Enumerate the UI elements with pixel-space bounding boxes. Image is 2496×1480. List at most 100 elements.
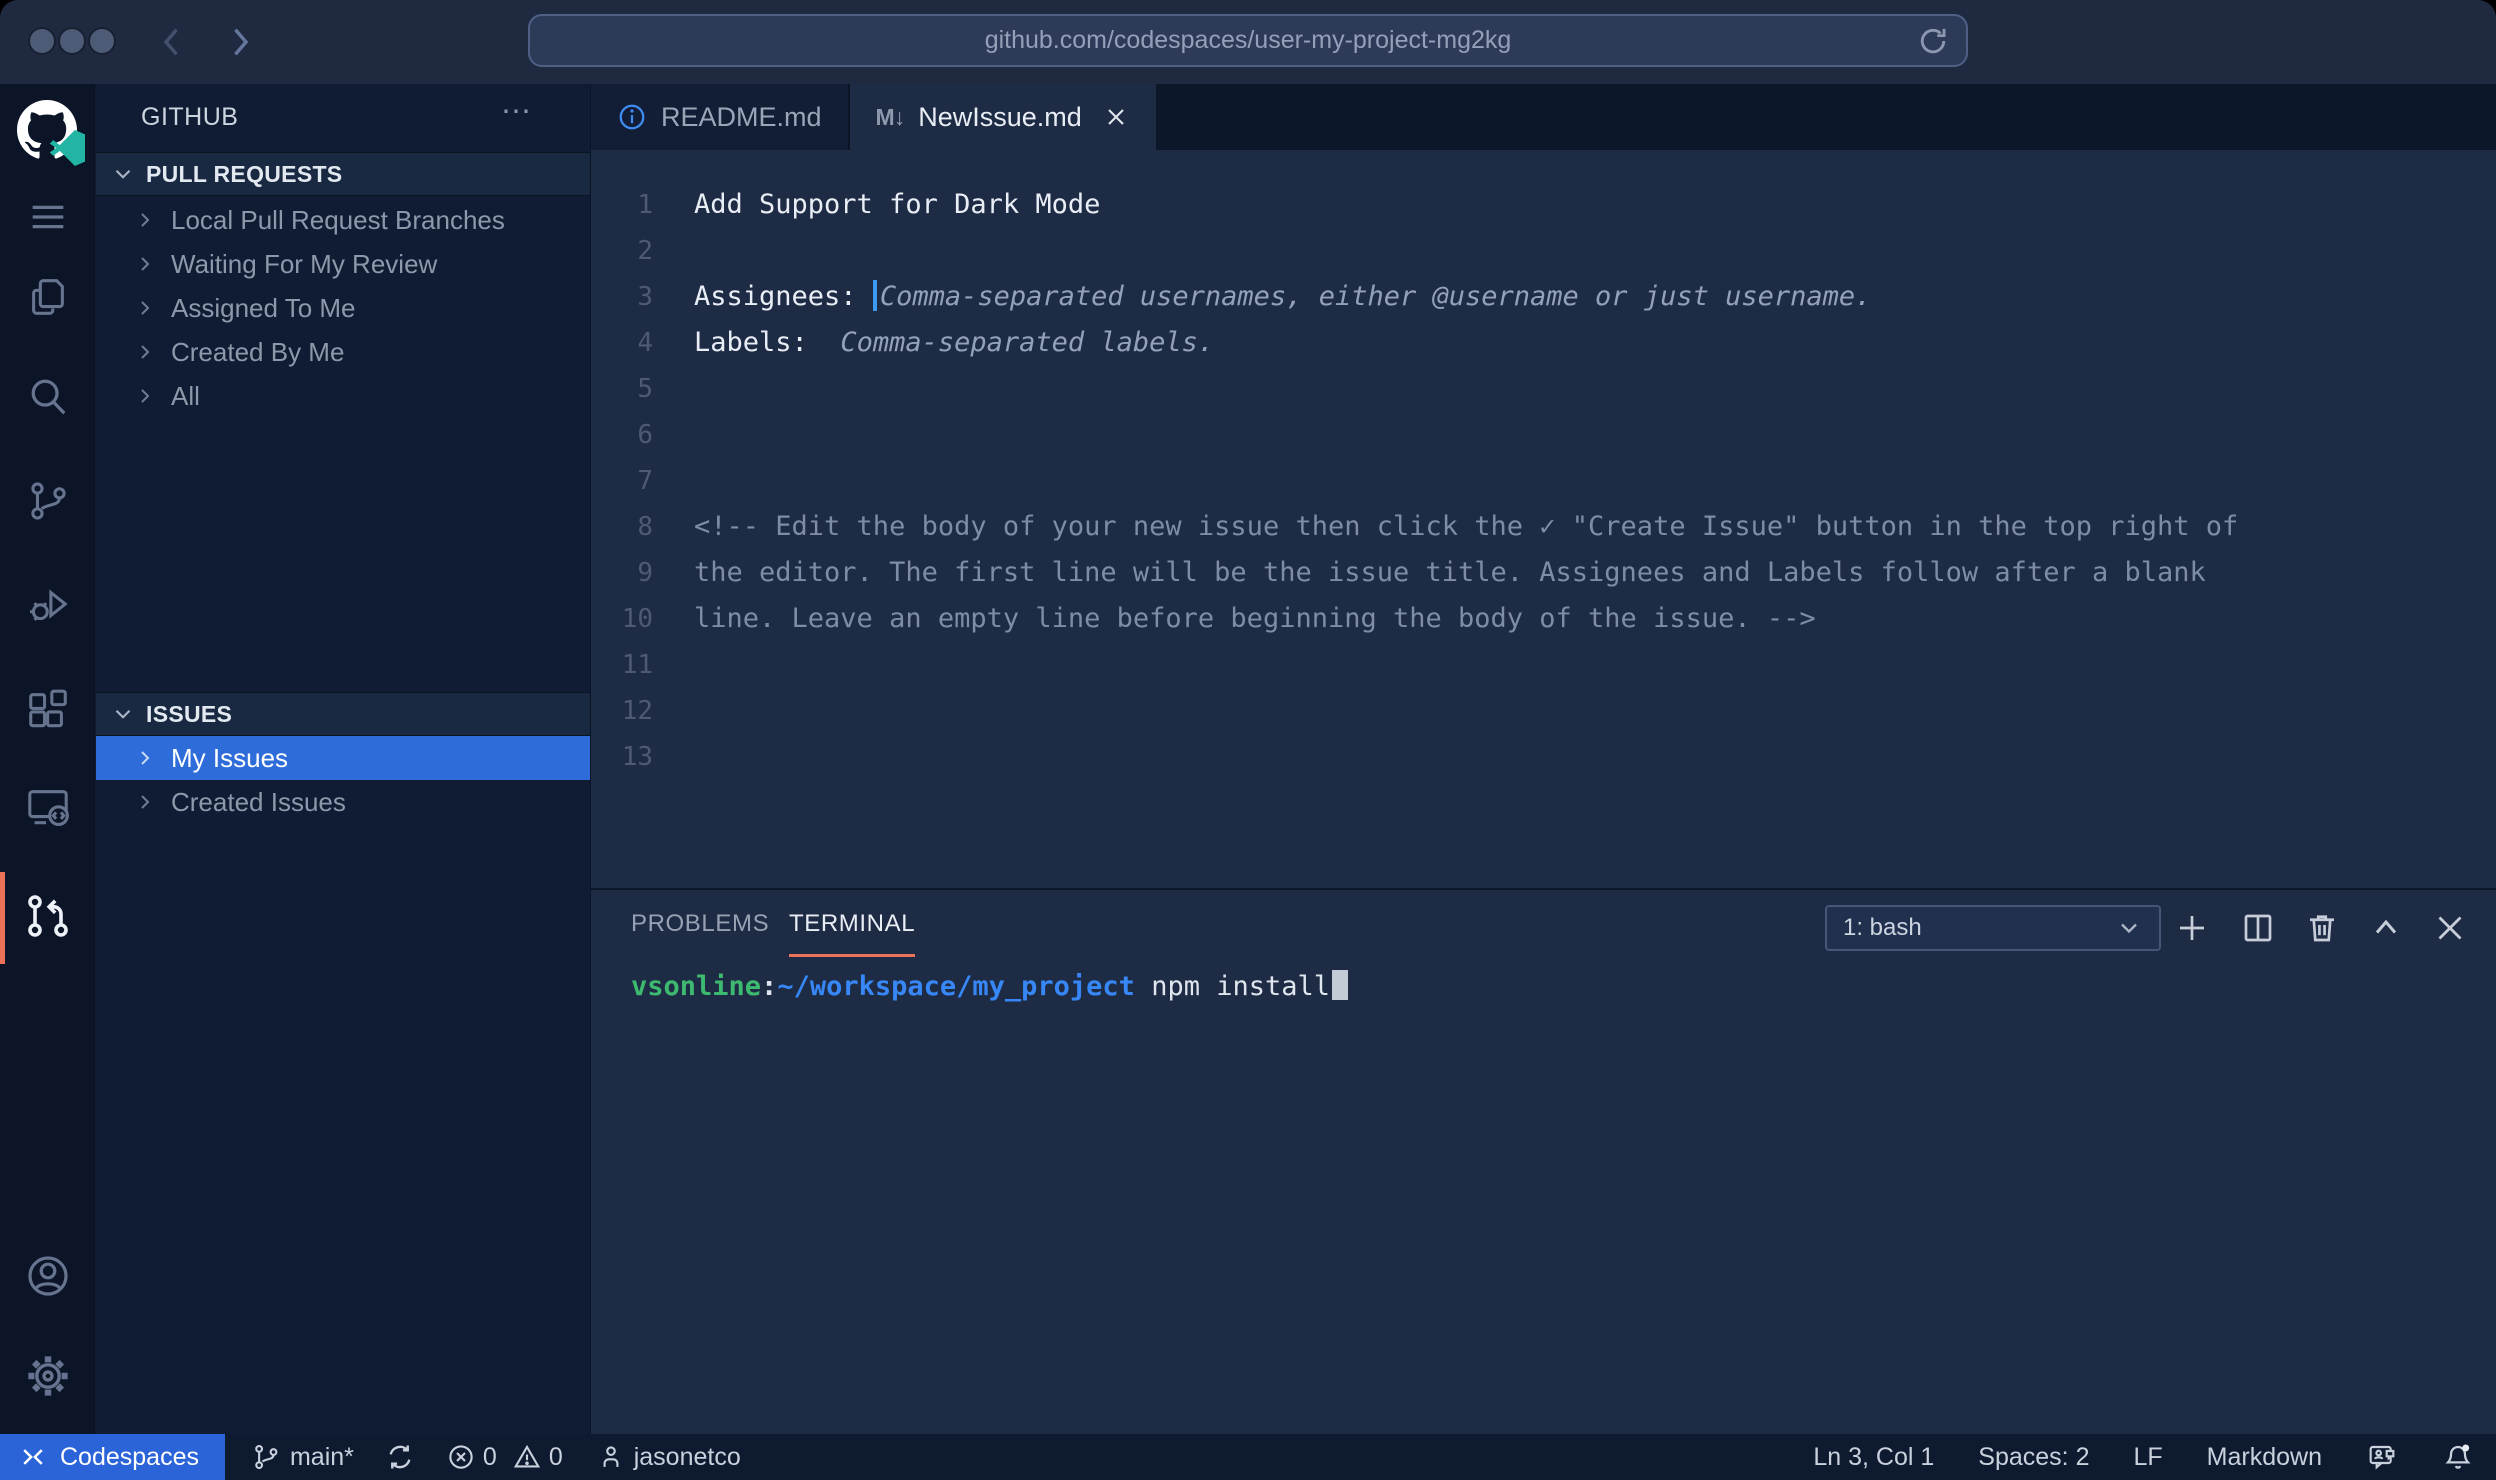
- line-number: 12: [591, 688, 653, 734]
- sidebar-item-assigned-to-me[interactable]: Assigned To Me: [96, 286, 590, 330]
- sidebar-item-created-by-me[interactable]: Created By Me: [96, 330, 590, 374]
- terminal-command: npm install: [1135, 971, 1330, 1002]
- close-icon[interactable]: [1102, 103, 1130, 131]
- search-icon[interactable]: [0, 374, 95, 420]
- github-codespaces-logo: [0, 100, 95, 162]
- problems-status-item[interactable]: 0 0: [446, 1442, 563, 1472]
- line-number: 6: [591, 412, 653, 458]
- tab-problems[interactable]: PROBLEMS: [631, 910, 769, 938]
- git-branch-icon: [251, 1442, 281, 1472]
- sidebar-item-waiting-for-my-review[interactable]: Waiting For My Review: [96, 242, 590, 286]
- person-icon: [597, 1443, 625, 1471]
- terminal-prompt-line[interactable]: vsonline:~/workspace/my_project npm inst…: [631, 970, 1348, 1004]
- terminal-shell-select[interactable]: 1: bash: [1825, 905, 2161, 951]
- code-line-comment-2: the editor. The first line will be the i…: [694, 550, 2206, 596]
- notifications-bell-icon[interactable]: [2442, 1441, 2474, 1473]
- line-number: 9: [591, 550, 653, 596]
- line-number: 11: [591, 642, 653, 688]
- code-line-assignees: Assignees: Comma-separated usernames, ei…: [694, 274, 1871, 320]
- editor-group: README.md M↓ NewIssue.md 1 Add Support f…: [590, 84, 2496, 1434]
- menu-icon[interactable]: [0, 194, 95, 240]
- line-number: 8: [591, 504, 653, 550]
- github-pull-requests-icon[interactable]: [0, 892, 95, 940]
- chevron-right-icon: [133, 790, 157, 814]
- signed-in-user-item[interactable]: jasonetco: [597, 1443, 741, 1472]
- bottom-panel: PROBLEMS TERMINAL 1: bash: [591, 888, 2496, 1434]
- codespaces-remote-icon: [18, 1442, 48, 1472]
- info-icon: [617, 102, 647, 132]
- account-icon[interactable]: [0, 1252, 95, 1300]
- close-panel-icon[interactable]: [2431, 910, 2469, 946]
- code-line-title: Add Support for Dark Mode: [694, 182, 1100, 228]
- chevron-right-icon: [133, 296, 157, 320]
- new-terminal-icon[interactable]: [2173, 910, 2211, 946]
- browser-forward-button[interactable]: [218, 21, 260, 63]
- browser-window: github.com/codespaces/user-my-project-mg…: [0, 0, 2496, 1480]
- editor-content[interactable]: 1 Add Support for Dark Mode 2 3 Assignee…: [591, 150, 2496, 888]
- source-control-icon[interactable]: [0, 478, 95, 524]
- feedback-icon[interactable]: [2366, 1441, 2398, 1473]
- line-number: 10: [591, 596, 653, 642]
- browser-chrome: github.com/codespaces/user-my-project-mg…: [0, 0, 2496, 84]
- status-bar: Codespaces main* 0 0: [0, 1434, 2496, 1480]
- sidebar-title: GITHUB: [141, 103, 238, 132]
- chevron-right-icon: [133, 208, 157, 232]
- tab-terminal[interactable]: TERMINAL: [789, 910, 915, 957]
- settings-gear-icon[interactable]: [0, 1352, 95, 1400]
- chevron-right-icon: [133, 384, 157, 408]
- explorer-icon[interactable]: [0, 274, 95, 320]
- sidebar-item-my-issues[interactable]: My Issues: [96, 736, 590, 780]
- window-close-button[interactable]: [30, 29, 54, 53]
- line-number: 5: [591, 366, 653, 412]
- extensions-icon[interactable]: [0, 687, 95, 733]
- chevron-down-icon: [110, 701, 136, 727]
- sidebar-item-local-pull-request-branches[interactable]: Local Pull Request Branches: [96, 198, 590, 242]
- browser-back-button[interactable]: [152, 21, 194, 63]
- indentation-item[interactable]: Spaces: 2: [1978, 1443, 2089, 1472]
- line-number: 2: [591, 228, 653, 274]
- section-pull-requests[interactable]: PULL REQUESTS: [96, 152, 590, 196]
- maximize-panel-icon[interactable]: [2367, 910, 2405, 946]
- language-mode-item[interactable]: Markdown: [2207, 1443, 2322, 1472]
- text-cursor: [873, 280, 877, 311]
- chevron-right-icon: [133, 340, 157, 364]
- warning-icon: [512, 1442, 542, 1472]
- sidebar-github-view: GITHUB ⋯ PULL REQUESTS Local Pull Reques…: [96, 84, 590, 1434]
- terminal-user: vsonline: [631, 971, 761, 1002]
- editor-tab-bar: README.md M↓ NewIssue.md: [591, 84, 2496, 150]
- markdown-icon: M↓: [876, 104, 905, 131]
- section-issues[interactable]: ISSUES: [96, 692, 590, 736]
- chevron-right-icon: [133, 252, 157, 276]
- eol-item[interactable]: LF: [2133, 1443, 2162, 1472]
- chevron-right-icon: [133, 746, 157, 770]
- terminal-path: ~/workspace/my_project: [777, 971, 1135, 1002]
- line-number: 7: [591, 458, 653, 504]
- tab-readme[interactable]: README.md: [591, 84, 850, 150]
- sidebar-item-all[interactable]: All: [96, 374, 590, 418]
- warning-count: 0: [549, 1443, 563, 1472]
- address-bar[interactable]: github.com/codespaces/user-my-project-mg…: [528, 14, 1968, 67]
- remote-indicator[interactable]: Codespaces: [0, 1434, 225, 1480]
- activity-bar: [0, 84, 95, 1434]
- line-number: 13: [591, 734, 653, 780]
- error-icon: [446, 1442, 476, 1472]
- code-line-labels: Labels: Comma-separated labels.: [694, 320, 1214, 366]
- code-line-comment-1: <!-- Edit the body of your new issue the…: [694, 504, 2238, 550]
- window-zoom-button[interactable]: [90, 29, 114, 53]
- kill-terminal-trash-icon[interactable]: [2303, 910, 2341, 946]
- run-debug-icon[interactable]: [0, 582, 95, 628]
- sidebar-item-created-issues[interactable]: Created Issues: [96, 780, 590, 824]
- tab-newissue[interactable]: M↓ NewIssue.md: [850, 84, 1156, 150]
- vscode-icon: [49, 130, 85, 166]
- workbench: GITHUB ⋯ PULL REQUESTS Local Pull Reques…: [0, 84, 2496, 1434]
- branch-status-item[interactable]: main*: [251, 1442, 354, 1472]
- remote-explorer-icon[interactable]: [0, 784, 95, 830]
- cursor-position-item[interactable]: Ln 3, Col 1: [1813, 1443, 1934, 1472]
- error-count: 0: [483, 1443, 497, 1472]
- reload-icon[interactable]: [1916, 24, 1950, 58]
- sync-status-item[interactable]: [384, 1441, 416, 1473]
- chevron-down-icon: [110, 161, 136, 187]
- more-actions-icon[interactable]: ⋯: [501, 94, 534, 129]
- window-minimize-button[interactable]: [60, 29, 84, 53]
- split-terminal-icon[interactable]: [2239, 910, 2277, 946]
